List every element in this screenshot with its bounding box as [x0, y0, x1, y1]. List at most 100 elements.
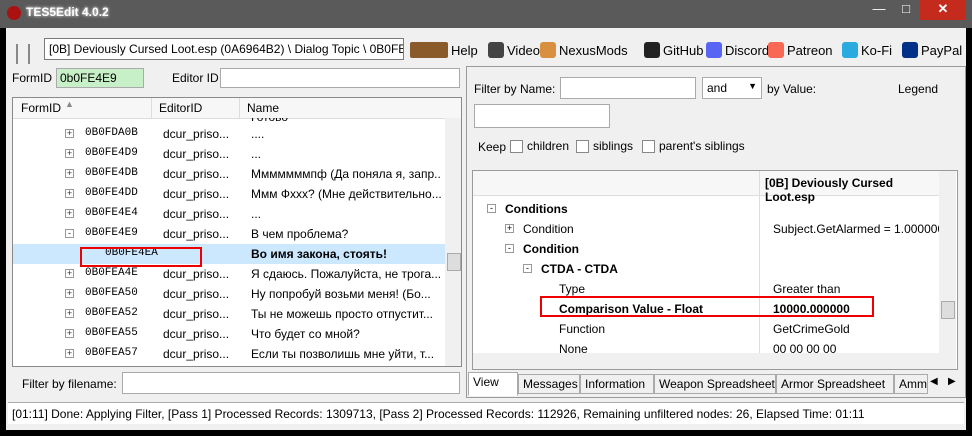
- tab-scroll-left-icon[interactable]: ◀: [930, 376, 938, 387]
- checkbox-icon: [510, 140, 523, 154]
- table-row[interactable]: +0B0FEA50 dcur_priso... Ну попробуй возьми…: [13, 284, 445, 304]
- kofi-icon: [842, 42, 858, 58]
- cell-name: Ну попробуй возьми меня! (Бо...: [251, 287, 431, 301]
- expand-icon[interactable]: +: [65, 189, 74, 198]
- patreon-icon: [768, 42, 784, 58]
- expand-icon[interactable]: +: [65, 349, 74, 358]
- tab-armorspreadsheet[interactable]: Armor Spreadsheet: [776, 374, 894, 394]
- table-row[interactable]: 0B0FE4EA Во имя закона, стоять!: [13, 244, 445, 264]
- toolbar-kofi-button[interactable]: Ko-Fi: [842, 40, 892, 60]
- cell-editorid: dcur_priso...: [163, 147, 230, 161]
- filter-value-input[interactable]: [474, 104, 610, 128]
- table-row[interactable]: +0B0FE4D9 dcur_priso......: [13, 144, 445, 164]
- children-checkbox[interactable]: children: [510, 139, 569, 154]
- expand-icon[interactable]: +: [65, 129, 74, 138]
- sort-ascending-icon: ▲: [65, 99, 74, 109]
- editorid-label: Editor ID: [172, 71, 219, 85]
- grid-row[interactable]: - CTDA - CTDA: [473, 259, 939, 279]
- expand-icon[interactable]: +: [65, 169, 74, 178]
- tab-bar: View Messages Information Weapon Spreadshee…: [468, 372, 964, 396]
- grid-row[interactable]: - Condition: [473, 239, 939, 259]
- title-bar: TES5Edit 4.0.2 — □ ✕: [0, 0, 972, 28]
- record-path-field[interactable]: [0B] Deviously Cursed Loot.esp (0A6964B2…: [44, 38, 404, 60]
- cell-name: Ммм Фххх? (Мне действительно...: [251, 187, 441, 201]
- column-name[interactable]: Name: [247, 101, 279, 115]
- tab-scroll-right-icon[interactable]: ▶: [948, 376, 956, 387]
- siblings-checkbox[interactable]: siblings: [576, 139, 633, 154]
- close-button[interactable]: ✕: [920, 0, 966, 20]
- field-value: Greater than: [773, 282, 841, 296]
- table-row[interactable]: +0B0FE4E4 dcur_priso......: [13, 204, 445, 224]
- toolbar-github-button[interactable]: GitHub: [644, 40, 703, 60]
- collapse-icon[interactable]: -: [65, 229, 74, 238]
- and-select[interactable]: and ▼: [702, 77, 762, 99]
- collapse-icon[interactable]: -: [505, 244, 514, 253]
- cell-name: ...: [251, 147, 262, 161]
- highlight-box: [80, 247, 202, 267]
- parents-siblings-checkbox[interactable]: parent's siblings: [642, 139, 745, 154]
- cell-editorid: dcur_priso...: [163, 187, 230, 201]
- formid-input[interactable]: 0b0FE4E9: [56, 68, 144, 88]
- expand-icon[interactable]: +: [65, 269, 74, 278]
- expand-icon[interactable]: +: [65, 149, 74, 158]
- column-editorid[interactable]: EditorID: [159, 101, 202, 115]
- cell-editorid: dcur_priso...: [163, 267, 230, 281]
- cell-formid: 0B0FE4DD: [85, 187, 138, 199]
- expand-icon[interactable]: +: [65, 209, 74, 218]
- grid-row[interactable]: Function GetCrimeGold: [473, 319, 939, 339]
- grid-header: [0B] Deviously Cursed Loot.esp: [473, 171, 939, 204]
- expand-icon[interactable]: +: [65, 289, 74, 298]
- collapse-icon[interactable]: -: [487, 204, 496, 213]
- column-formid[interactable]: FormID: [21, 101, 61, 115]
- table-row[interactable]: +0B0FEA52 dcur_priso... Ты не можешь прост…: [13, 304, 445, 324]
- field-value: Subject.GetAlarmed = 1.000000: [773, 222, 945, 236]
- table-row[interactable]: +0B0FEA55 dcur_priso... Что будет со мной?: [13, 324, 445, 344]
- field-value: GetCrimeGold: [773, 322, 850, 336]
- maximize-button[interactable]: □: [893, 0, 919, 20]
- table-row[interactable]: +0B0FE4DB dcur_priso... Мммммммпф (Да поня…: [13, 164, 445, 184]
- field-label: Type: [559, 282, 586, 296]
- tab-weaponspreadsheet[interactable]: Weapon Spreadsheet: [654, 374, 776, 394]
- table-row[interactable]: +0B0FEA57 dcur_priso... Если ты позволишь …: [13, 344, 445, 364]
- expand-icon[interactable]: +: [65, 329, 74, 338]
- minimize-button[interactable]: —: [866, 0, 892, 20]
- toolbar-grip-icon[interactable]: [16, 44, 30, 64]
- filter-filename-input[interactable]: [122, 372, 460, 394]
- cell-name: Во имя закона, стоять!: [251, 247, 387, 261]
- cell-editorid: dcur_priso...: [163, 127, 230, 141]
- cell-name: Мммммммпф (Да поняла я, запр...: [251, 167, 441, 181]
- tab-view[interactable]: View: [468, 372, 518, 396]
- table-row[interactable]: - 0B0FE4E9 dcur_priso... В чем проблема?: [13, 224, 445, 244]
- grid-row[interactable]: + Condition Subject.GetAlarmed = 1.000000: [473, 219, 944, 239]
- formid-label: FormID: [12, 71, 52, 85]
- tree-scrollbar[interactable]: [445, 118, 461, 366]
- grid-hscrollbar[interactable]: [473, 353, 939, 369]
- filter-name-input[interactable]: [560, 77, 696, 99]
- toolbar-discord-button[interactable]: Discord: [706, 40, 769, 60]
- filter-filename-label: Filter by filename:: [22, 377, 117, 391]
- record-grid[interactable]: [0B] Deviously Cursed Loot.esp - Conditio…: [472, 170, 958, 370]
- table-row[interactable]: +0B0FEA4E dcur_priso... Я сдаюсь. Пожалуйс…: [13, 264, 445, 284]
- tab-messages[interactable]: Messages: [518, 374, 580, 394]
- cell-editorid: dcur_priso...: [163, 207, 230, 221]
- toolbar-help-button[interactable]: Help: [410, 40, 478, 60]
- grid-scrollbar[interactable]: [939, 171, 956, 369]
- editorid-input[interactable]: [220, 68, 460, 88]
- legend-button[interactable]: Legend: [898, 82, 938, 96]
- cell-name: ....: [251, 127, 265, 141]
- toolbar-nexusmods-button[interactable]: NexusMods: [540, 40, 628, 60]
- toolbar-patreon-button[interactable]: Patreon: [768, 40, 833, 60]
- grid-row[interactable]: - Conditions: [473, 199, 939, 219]
- cell-editorid: dcur_priso...: [163, 227, 230, 241]
- expand-icon[interactable]: +: [65, 309, 74, 318]
- toolbar-videos-button[interactable]: Videos: [488, 40, 547, 60]
- table-row[interactable]: +0B0FE4DD dcur_priso... Ммм Фххх? (Мне дей…: [13, 184, 445, 204]
- cell-name: Ты не можешь просто отпустит...: [251, 307, 433, 321]
- record-tree[interactable]: FormID ▲ EditorID Name Готово +0B0FDA0Bd…: [12, 97, 462, 367]
- collapse-icon[interactable]: -: [523, 264, 532, 273]
- tab-amm[interactable]: Amm: [894, 374, 928, 394]
- toolbar-paypal-button[interactable]: PayPal: [902, 40, 962, 60]
- table-row[interactable]: +0B0FDA0B dcur_priso.......: [13, 124, 445, 144]
- expand-icon[interactable]: +: [505, 224, 514, 233]
- tab-information[interactable]: Information: [580, 374, 654, 394]
